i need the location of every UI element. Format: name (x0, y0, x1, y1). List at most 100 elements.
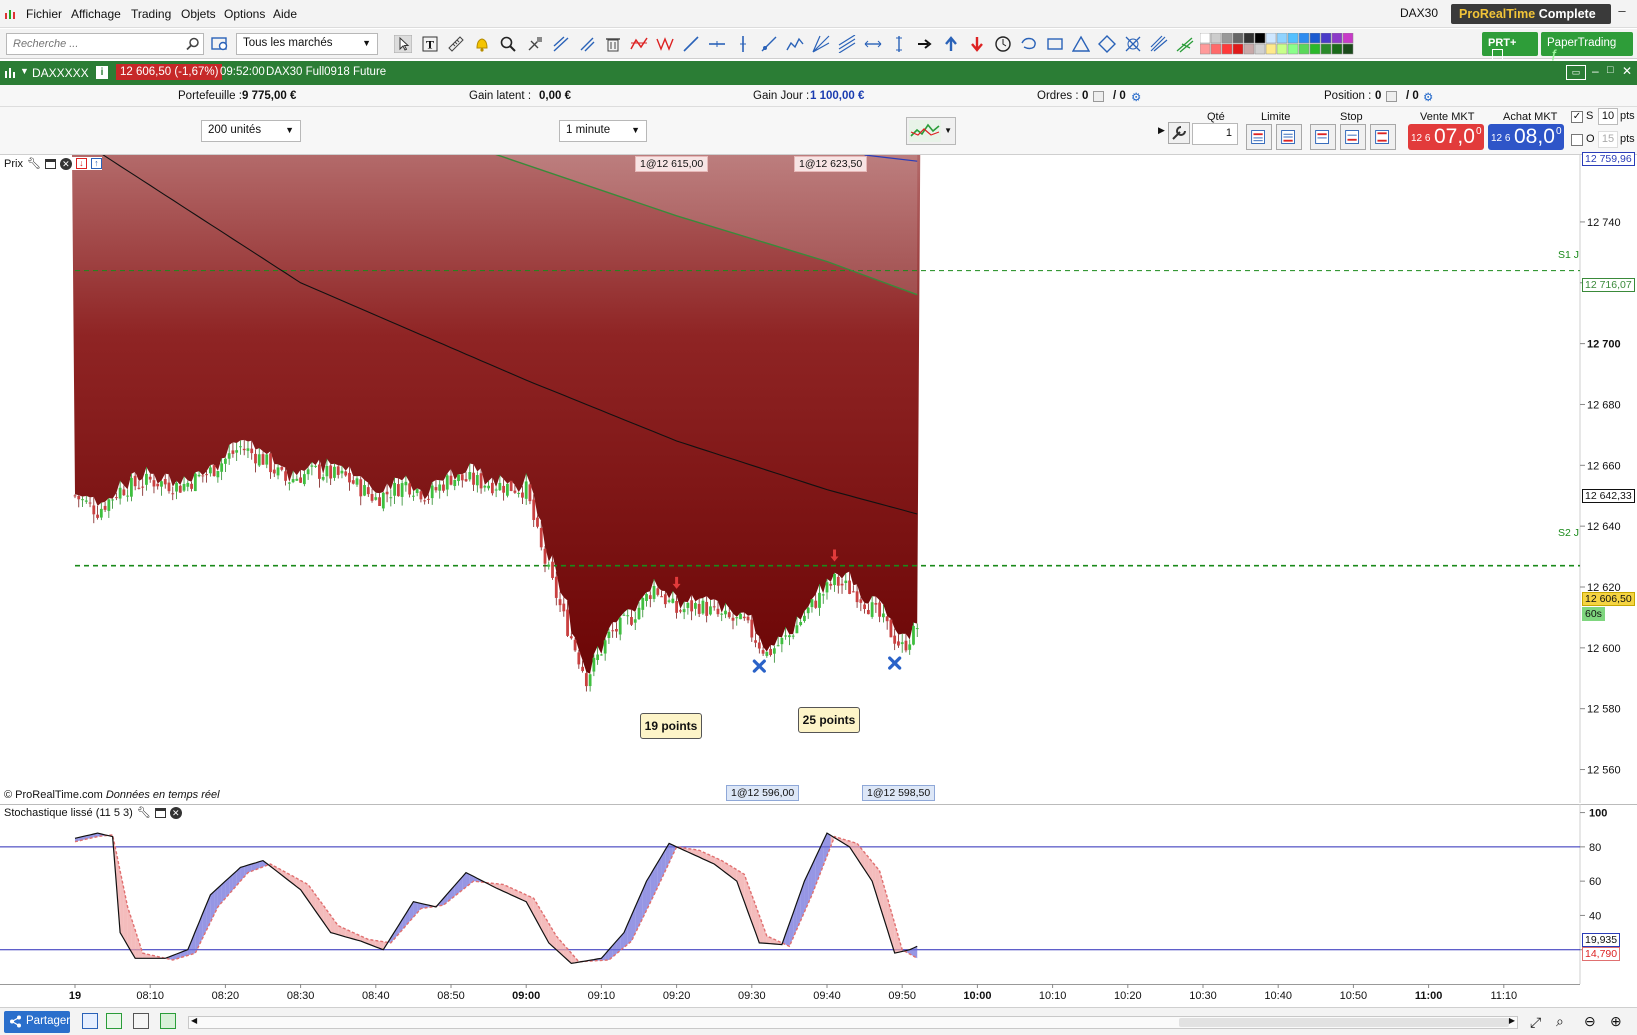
price-chart-canvas[interactable]: 12 74012 72012 70012 68012 66012 64012 6… (0, 155, 1637, 803)
trash-icon[interactable] (604, 35, 622, 53)
wrench-icon[interactable] (1168, 122, 1190, 144)
buy-market-button[interactable]: 12 6 08,0 0 (1488, 124, 1564, 150)
search-icon[interactable] (186, 37, 200, 51)
chart-type-icon[interactable] (4, 67, 16, 79)
scroll-thumb[interactable] (1179, 1018, 1509, 1027)
wrench-icon[interactable]: 🔧︎ (27, 157, 41, 170)
close-icon[interactable]: ✕ (59, 157, 72, 170)
add-indicator-icon[interactable]: ↑ (90, 158, 102, 169)
stop-points-input[interactable]: 10 (1598, 108, 1618, 125)
channel-icon[interactable] (578, 35, 596, 53)
buy-order-tag-2[interactable]: 1@12 598,50 (862, 785, 936, 801)
sell-market-button[interactable]: 12 6 07,0 0 (1408, 124, 1484, 150)
arrow-down-icon[interactable] (968, 35, 986, 53)
indicator-button[interactable]: ▼ (906, 117, 956, 145)
fibonacci-icon[interactable] (656, 35, 674, 53)
diamond-icon[interactable] (1098, 35, 1116, 53)
points-annotation-1[interactable]: 19 points (640, 713, 702, 739)
bracket-order-button[interactable] (1370, 124, 1396, 150)
ordres-toggle-icon[interactable] (1093, 91, 1104, 102)
triangle-icon[interactable] (1072, 35, 1090, 53)
window-icon[interactable] (154, 807, 166, 818)
color-palette[interactable] (1200, 33, 1356, 55)
alert-icon[interactable] (473, 35, 491, 53)
market-scan-icon[interactable] (211, 35, 229, 53)
trendline-icon[interactable] (552, 35, 570, 53)
menu-fichier[interactable]: Fichier (26, 7, 62, 21)
buy-order-tag-1[interactable]: 1@12 596,00 (726, 785, 800, 801)
zoom-in-icon[interactable]: ⊕ (1610, 1013, 1622, 1030)
add-chart-icon[interactable] (82, 1013, 98, 1029)
measure-icon[interactable] (864, 35, 882, 53)
horizontal-line-icon[interactable] (708, 35, 726, 53)
menu-objets[interactable]: Objets (181, 7, 216, 21)
position-toggle-icon[interactable] (1386, 91, 1397, 102)
units-select[interactable]: 200 unités ▼ (201, 120, 301, 142)
andrews-icon[interactable] (1176, 35, 1194, 53)
rectangle-icon[interactable] (1046, 35, 1064, 53)
sell-order-tag-2[interactable]: 1@12 623,50 (794, 156, 868, 172)
close-icon[interactable]: ✕ (1622, 64, 1632, 78)
arrow-up-icon[interactable] (942, 35, 960, 53)
time-axis[interactable]: 19 08:10 08:20 08:30 08:40 08:50 09:00 09:10 09:… (0, 984, 1637, 1006)
clock-icon[interactable] (994, 35, 1012, 53)
pitchfork-icon[interactable] (1150, 35, 1168, 53)
stop-sell-button[interactable] (1340, 124, 1366, 150)
magnet-icon[interactable] (526, 35, 544, 53)
text-icon[interactable]: T (421, 35, 439, 53)
cursor-icon[interactable] (394, 35, 412, 53)
vertical-measure-icon[interactable] (890, 35, 908, 53)
close-icon[interactable]: ✕ (169, 806, 182, 819)
limit-buy-button[interactable] (1246, 124, 1272, 150)
grid-icon[interactable] (160, 1013, 176, 1029)
stop-buy-button[interactable] (1310, 124, 1336, 150)
remove-indicator-icon[interactable]: ↓ (75, 158, 87, 169)
ruler-icon[interactable] (447, 35, 465, 53)
regression-icon[interactable] (838, 35, 856, 53)
instrument-name[interactable]: DAXXXXX (32, 66, 89, 80)
sell-order-tag-1[interactable]: 1@12 615,00 (635, 156, 709, 172)
stop-checkbox[interactable]: ✓ (1571, 111, 1583, 123)
prt-plus-button[interactable]: PRT+ (1482, 32, 1538, 60)
scroll-left-icon[interactable]: ◀ (191, 1016, 197, 1025)
arrow-right-icon[interactable] (916, 35, 934, 53)
minimize-chart-icon[interactable]: – (1592, 64, 1599, 78)
ray-icon[interactable] (760, 35, 778, 53)
stochastic-canvas[interactable]: 100 80 60 40 (0, 804, 1637, 984)
line-icon[interactable] (682, 35, 700, 53)
zigzag-icon[interactable] (630, 35, 648, 53)
layout-icon[interactable] (106, 1013, 122, 1029)
horizontal-scrollbar[interactable]: ◀ ▶ (188, 1016, 1518, 1029)
stochastic-panel[interactable]: 100 80 60 40 Stochastique lissé (11 5 3) 🔧︎… (0, 804, 1637, 984)
objective-checkbox[interactable] (1571, 134, 1583, 146)
paper-trading-button[interactable]: PaperTrading ƒ (1541, 32, 1633, 61)
share-button[interactable]: Partager (4, 1011, 70, 1033)
keyboard-icon[interactable]: ▭ (1566, 65, 1586, 80)
zoom-out-icon[interactable]: ⊖ (1584, 1013, 1596, 1030)
table-icon[interactable] (133, 1013, 149, 1029)
search-input[interactable] (6, 33, 204, 55)
auto-scale-icon[interactable]: ⤢ (1530, 1014, 1541, 1031)
gear-icon[interactable]: ⚙ (1131, 90, 1141, 104)
menu-trading[interactable]: Trading (131, 7, 171, 21)
menu-affichage[interactable]: Affichage (71, 7, 121, 21)
market-select[interactable]: Tous les marchés ▼ (236, 33, 378, 55)
timeframe-select[interactable]: 1 minute ▼ (559, 120, 647, 142)
qty-input[interactable]: 1 (1192, 123, 1238, 145)
position-gear-icon[interactable]: ⚙ (1423, 90, 1433, 104)
menu-aide[interactable]: Aide (273, 7, 297, 21)
limit-sell-button[interactable] (1276, 124, 1302, 150)
objective-points-input[interactable]: 15 (1598, 131, 1618, 148)
scroll-right-icon[interactable]: ▶ (1509, 1016, 1515, 1025)
instrument-menu-icon[interactable]: ▼ (20, 66, 29, 76)
window-icon[interactable] (44, 158, 56, 169)
points-annotation-2[interactable]: 25 points (798, 707, 860, 733)
polyline-icon[interactable] (786, 35, 804, 53)
wrench-icon[interactable]: 🔧︎ (137, 806, 151, 819)
lasso-icon[interactable] (1020, 35, 1038, 53)
menu-options[interactable]: Options (224, 7, 265, 21)
zoom-fit-icon[interactable]: ⌕ (1556, 1013, 1564, 1030)
zoom-icon[interactable] (499, 35, 517, 53)
pattern-icon[interactable] (1124, 35, 1142, 53)
panel-collapse-icon[interactable]: ▶ (1158, 125, 1165, 136)
